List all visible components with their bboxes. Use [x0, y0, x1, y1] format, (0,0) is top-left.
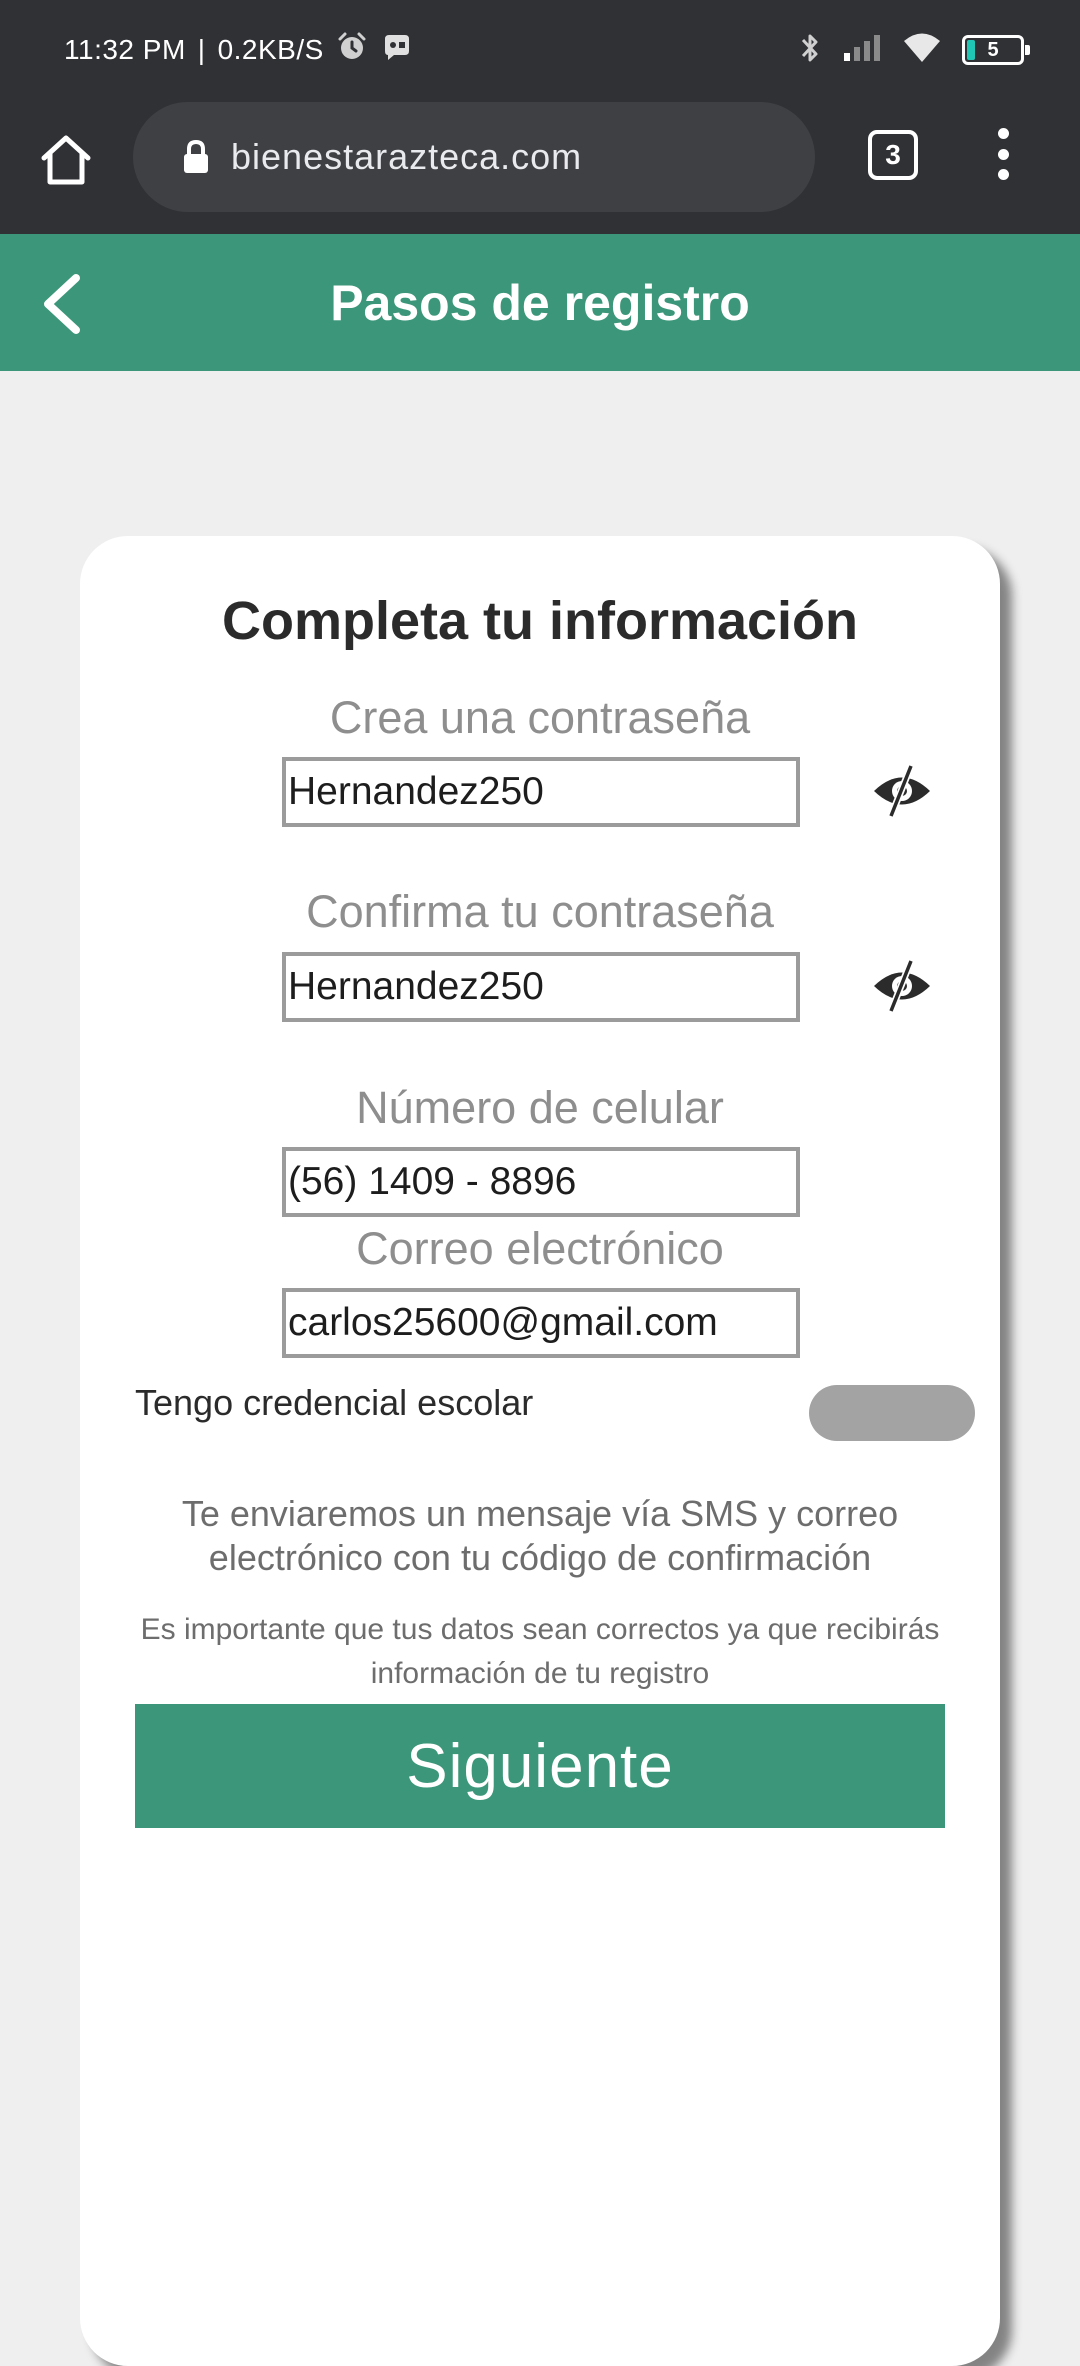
status-time: 11:32 PM — [64, 34, 186, 65]
menu-dot — [997, 128, 1009, 139]
confirm-password-visibility-toggle[interactable] — [870, 956, 934, 1016]
school-credential-label: Tengo credencial escolar — [135, 1382, 534, 1423]
status-bar: 11:32 PM | 0.2KB/S 5 — [0, 0, 1080, 100]
page-title: Pasos de registro — [330, 274, 750, 331]
battery-level: 5 — [987, 38, 999, 61]
eye-slash-icon — [874, 764, 930, 818]
status-separator: | — [197, 34, 206, 65]
menu-dot — [997, 169, 1009, 180]
menu-dot — [997, 148, 1009, 160]
confirm-password-input[interactable] — [282, 952, 800, 1022]
more-vert-icon[interactable] — [985, 122, 1021, 186]
email-input[interactable] — [282, 1288, 800, 1358]
app-header: Pasos de registro — [0, 234, 1080, 371]
eye-slash-icon — [874, 959, 930, 1013]
password-label: Crea una contraseña — [329, 692, 751, 743]
url-text: bienestarazteca.com — [231, 136, 583, 177]
network-speed: 0.2KB/S — [217, 34, 324, 65]
tab-count: 3 — [885, 139, 901, 170]
password-visibility-toggle[interactable] — [870, 761, 934, 821]
alarm-icon — [336, 31, 368, 70]
home-icon — [41, 135, 91, 185]
tabs-button[interactable]: 3 — [868, 130, 918, 180]
bluetooth-icon — [798, 31, 822, 70]
wifi-icon — [902, 32, 942, 69]
registration-card: Completa tu información Crea una contras… — [80, 536, 1000, 2366]
home-button[interactable] — [36, 130, 96, 190]
password-input[interactable] — [282, 757, 800, 827]
address-bar[interactable]: bienestarazteca.com — [133, 102, 815, 212]
email-label: Correo electrónico — [356, 1223, 724, 1274]
app-notification-icon — [380, 32, 414, 69]
lock-icon — [184, 139, 208, 173]
signal-icon — [842, 33, 882, 68]
status-right: 5 — [798, 28, 1030, 72]
next-button[interactable]: Siguiente — [135, 1704, 945, 1828]
phone-label: Número de celular — [356, 1082, 724, 1133]
data-note: Es importante que tus datos sean correct… — [140, 1613, 940, 1690]
school-credential-toggle[interactable] — [809, 1385, 975, 1441]
sms-note: Te enviaremos un mensaje vía SMS y corre… — [181, 1493, 899, 1578]
confirm-password-label: Confirma tu contraseña — [306, 886, 774, 937]
form-title: Completa tu información — [221, 591, 859, 651]
battery-icon: 5 — [962, 35, 1030, 65]
status-left: 11:32 PM | 0.2KB/S — [64, 30, 414, 70]
phone-input[interactable] — [282, 1147, 800, 1217]
browser-toolbar: bienestarazteca.com 3 — [0, 100, 1080, 234]
